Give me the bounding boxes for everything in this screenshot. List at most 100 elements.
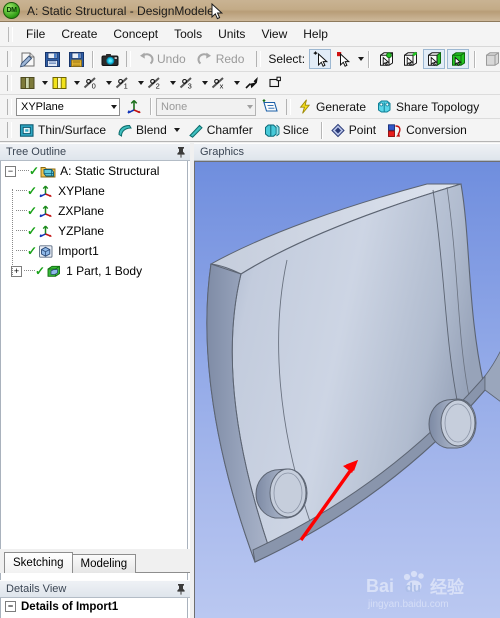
- single-select-icon[interactable]: [309, 49, 332, 69]
- plane-toolbar: XYPlane None Generate Share Topology: [0, 95, 500, 119]
- details-header-row[interactable]: − Details of Import1: [1, 598, 187, 615]
- rotate-1-caret-icon[interactable]: [138, 81, 144, 85]
- main-area: Tree Outline − ✓ A: Static Structural ✓ …: [0, 143, 500, 618]
- sketch-select[interactable]: None: [156, 97, 256, 116]
- new-sketch-icon[interactable]: [259, 97, 281, 117]
- model-boss-right: [428, 398, 477, 449]
- blend-button[interactable]: Blend: [114, 121, 185, 140]
- menu-units[interactable]: Units: [210, 24, 253, 44]
- display-plane-icon[interactable]: [17, 73, 39, 93]
- extend-selection-icon[interactable]: [481, 49, 500, 69]
- tree-item-import1[interactable]: ✓ Import1: [1, 241, 187, 261]
- share-topology-button[interactable]: Share Topology: [374, 97, 487, 116]
- toolbar-grip-undo[interactable]: [126, 51, 131, 67]
- tree-dot-connector: [16, 190, 27, 192]
- details-view-title: Details View: [6, 583, 67, 595]
- menu-help[interactable]: Help: [295, 24, 336, 44]
- project-icon: [40, 164, 56, 179]
- save-icon[interactable]: [41, 49, 63, 69]
- pin-icon[interactable]: [176, 146, 186, 158]
- body-filter-icon[interactable]: [447, 49, 470, 69]
- generate-label: Generate: [316, 99, 367, 114]
- chamfer-button[interactable]: Chamfer: [185, 121, 261, 140]
- rotate-0-icon[interactable]: 0: [81, 73, 103, 93]
- slice-button[interactable]: Slice: [261, 121, 317, 140]
- tree-item-label: ZXPlane: [58, 204, 105, 218]
- status-check-icon: ✓: [29, 164, 40, 178]
- menu-create[interactable]: Create: [53, 24, 105, 44]
- share-topology-label: Share Topology: [396, 99, 480, 114]
- generate-button[interactable]: Generate: [295, 97, 374, 116]
- title-bar: DM A: Static Structural - DesignModeler: [0, 0, 500, 22]
- tree-item-yzplane[interactable]: ✓ YZPlane: [1, 221, 187, 241]
- tree-item-xyplane[interactable]: ✓ XYPlane: [1, 181, 187, 201]
- tab-modeling-label: Modeling: [80, 558, 128, 570]
- svg-text:0: 0: [92, 82, 96, 90]
- pin-icon[interactable]: [176, 583, 186, 595]
- menu-view[interactable]: View: [253, 24, 295, 44]
- details-expander-minus-icon[interactable]: −: [5, 601, 16, 612]
- details-view-body[interactable]: − Details of Import1: [0, 598, 188, 618]
- point-button[interactable]: Point: [327, 121, 384, 140]
- tree-expander-minus-icon[interactable]: −: [5, 165, 16, 177]
- plane-select-caret-icon[interactable]: [111, 104, 117, 109]
- tree-outline-header: Tree Outline: [0, 143, 190, 161]
- rotate-x-icon[interactable]: x: [209, 73, 231, 93]
- menu-tools[interactable]: Tools: [166, 24, 210, 44]
- tree-item-label: 1 Part, 1 Body: [66, 264, 143, 278]
- rotate-2-caret-icon[interactable]: [170, 81, 176, 85]
- zoom-to-fit-icon[interactable]: [241, 73, 263, 93]
- tree-item-project[interactable]: − ✓ A: Static Structural: [1, 161, 187, 181]
- box-select-icon[interactable]: [333, 49, 355, 69]
- menu-file[interactable]: File: [18, 24, 53, 44]
- toolbar-grip-plane[interactable]: [7, 98, 12, 115]
- tree-item-zxplane[interactable]: ✓ ZXPlane: [1, 201, 187, 221]
- tree-item-label: Import1: [58, 244, 99, 258]
- details-view-header: Details View: [0, 580, 190, 598]
- toolbar-grip-graphics[interactable]: [7, 75, 12, 91]
- plane-icon: [38, 204, 54, 219]
- screenshot-icon[interactable]: [99, 49, 121, 69]
- toolbar-grip-generate[interactable]: [286, 98, 291, 115]
- sketch-select-caret-icon[interactable]: [247, 104, 253, 109]
- tree-item-label: A: Static Structural: [60, 164, 160, 178]
- toolbar-grip-select[interactable]: [256, 51, 262, 67]
- undo-button[interactable]: Undo: [135, 50, 194, 68]
- save-as-icon[interactable]: [65, 49, 87, 69]
- rotate-3-caret-icon[interactable]: [202, 81, 208, 85]
- display-model-caret-icon[interactable]: [74, 81, 80, 85]
- undo-label: Undo: [157, 52, 186, 66]
- rotate-3-icon[interactable]: 3: [177, 73, 199, 93]
- new-plane-icon[interactable]: [123, 97, 145, 117]
- import-icon: [38, 244, 54, 259]
- display-plane-caret-icon[interactable]: [42, 81, 48, 85]
- box-select-caret-icon[interactable]: [358, 57, 365, 61]
- redo-button[interactable]: Redo: [194, 50, 253, 68]
- standard-toolbar: Undo Redo Select:: [0, 47, 500, 72]
- menu-concept[interactable]: Concept: [105, 24, 166, 44]
- tree-dot-connector: [24, 270, 35, 272]
- menu-grip[interactable]: [8, 26, 13, 42]
- vertex-filter-icon[interactable]: [375, 49, 397, 69]
- tree-item-label: YZPlane: [58, 224, 105, 238]
- tab-sketching[interactable]: Sketching: [4, 552, 73, 573]
- toolbar-grip-standard[interactable]: [7, 51, 12, 67]
- display-model-icon[interactable]: [49, 73, 71, 93]
- tab-modeling[interactable]: Modeling: [71, 554, 137, 573]
- rotate-x-caret-icon[interactable]: [234, 81, 240, 85]
- blend-caret-icon[interactable]: [173, 128, 180, 132]
- face-filter-icon[interactable]: [423, 49, 446, 69]
- new-icon[interactable]: [17, 49, 39, 69]
- toolbar-grip-features[interactable]: [7, 122, 12, 138]
- rotate-0-caret-icon[interactable]: [106, 81, 112, 85]
- box-zoom-icon[interactable]: [265, 73, 287, 93]
- tree-item-parts-bodies[interactable]: + ✓ 1 Part, 1 Body: [1, 261, 187, 281]
- status-check-icon: ✓: [35, 264, 46, 278]
- graphics-viewport[interactable]: Bai du 经验 jingyan.baidu.com: [194, 161, 500, 618]
- conversion-button[interactable]: Conversion: [384, 121, 475, 140]
- thin-surface-button[interactable]: Thin/Surface: [16, 121, 114, 140]
- rotate-1-icon[interactable]: 1: [113, 73, 135, 93]
- rotate-2-icon[interactable]: 2: [145, 73, 167, 93]
- edge-filter-icon[interactable]: [399, 49, 421, 69]
- plane-select[interactable]: XYPlane: [16, 97, 120, 116]
